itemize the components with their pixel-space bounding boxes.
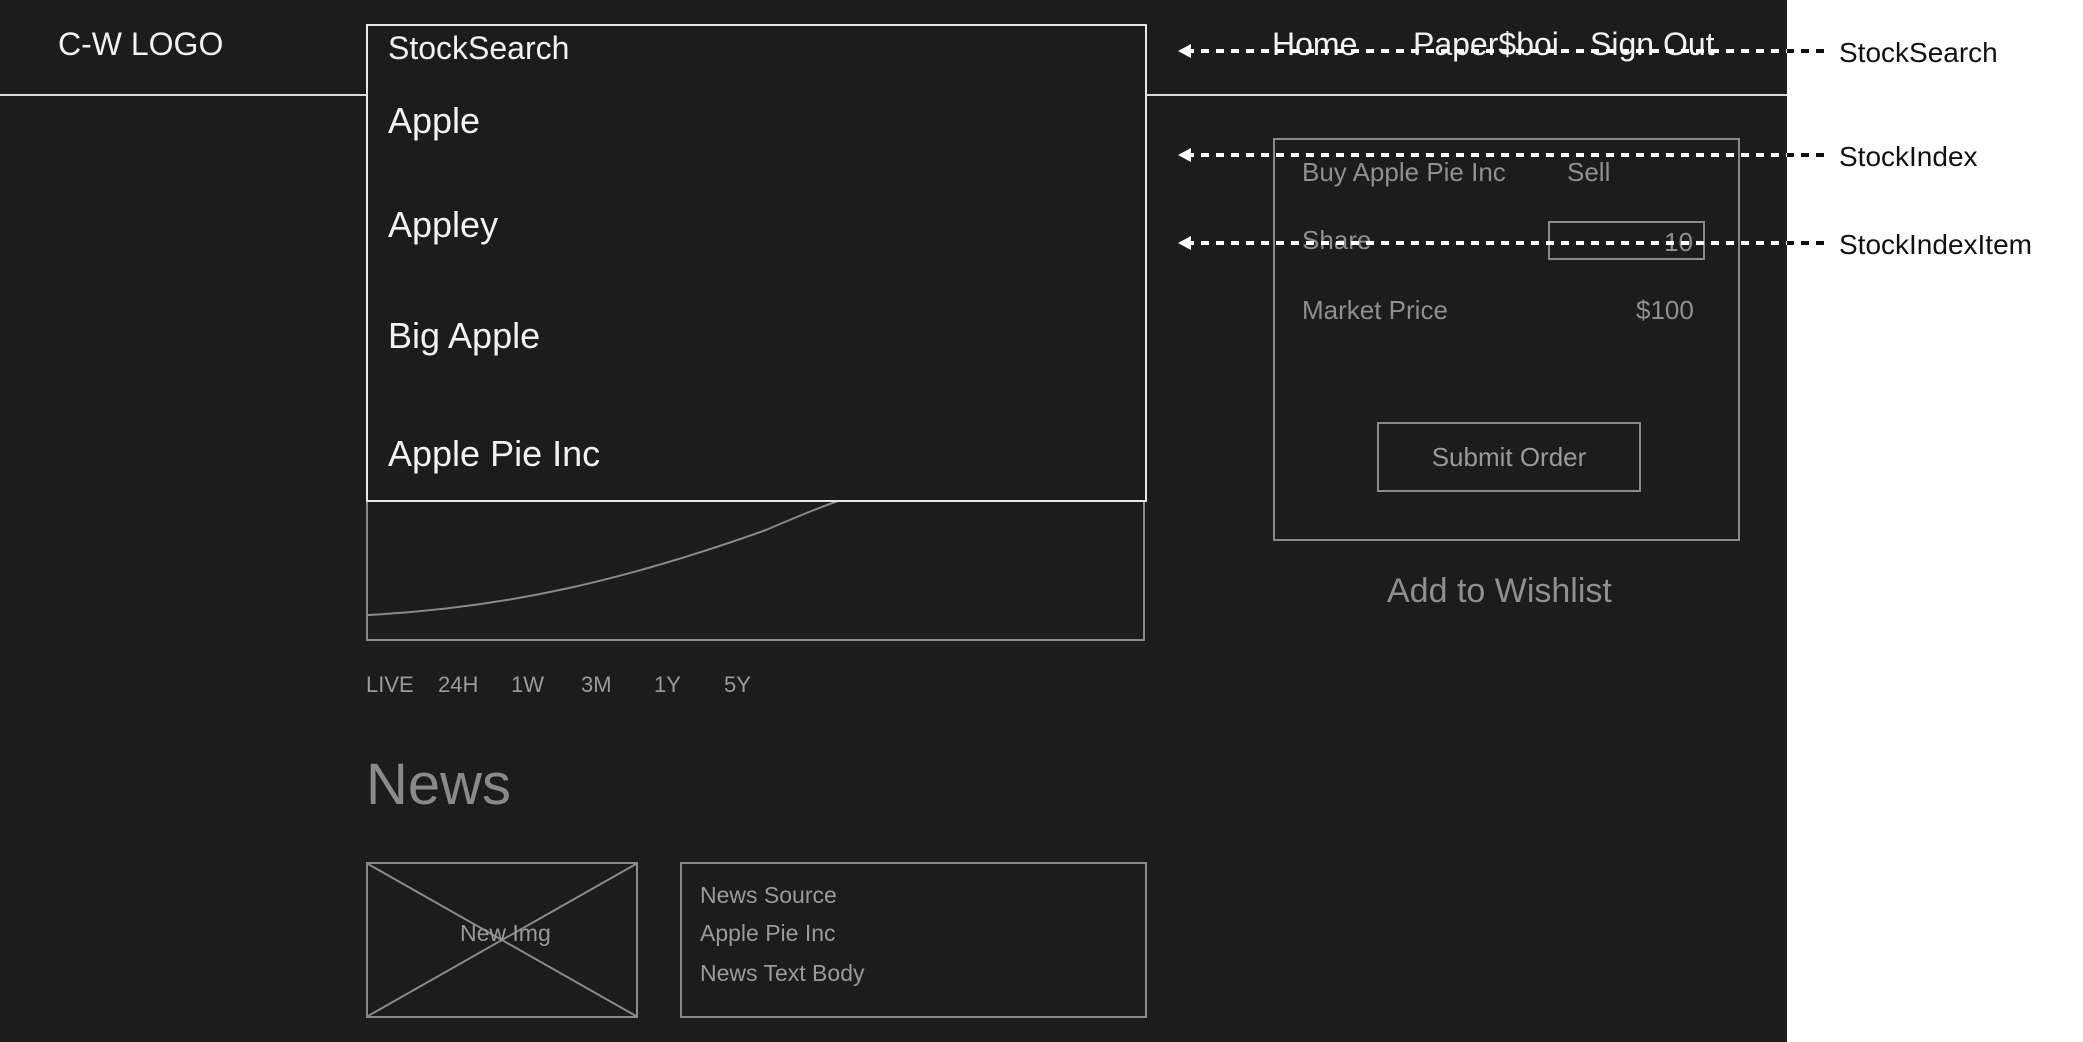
search-result-item[interactable]: Big Apple — [366, 282, 1147, 394]
search-result-label: Apple — [388, 100, 481, 141]
range-3m[interactable]: 3M — [581, 674, 612, 696]
wireframe-canvas: C-W LOGO StockSearch Apple Appley Big Ap… — [0, 0, 2083, 1042]
news-company: Apple Pie Inc — [700, 920, 836, 946]
range-24h[interactable]: 24H — [438, 674, 478, 696]
range-1w[interactable]: 1W — [511, 674, 544, 696]
share-quantity-input[interactable]: 10 — [1548, 221, 1705, 260]
add-to-wishlist-link[interactable]: Add to Wishlist — [1387, 574, 1612, 608]
news-card[interactable]: News Source Apple Pie Inc News Text Body — [680, 862, 1147, 1018]
annotation-stock-index: StockIndex — [1839, 141, 1978, 172]
range-5y[interactable]: 5Y — [724, 674, 751, 696]
annotation-stock-search: StockSearch — [1839, 37, 1998, 68]
range-live[interactable]: LIVE — [366, 674, 414, 696]
submit-order-button[interactable]: Submit Order — [1377, 422, 1641, 492]
nav-sign-out[interactable]: Sign Out — [1590, 28, 1715, 60]
stock-search-input[interactable]: StockSearch — [366, 24, 1147, 68]
market-price-value: $100 — [1636, 295, 1694, 325]
share-label: Share — [1302, 225, 1372, 255]
search-input-text: StockSearch — [388, 30, 570, 66]
search-result-label: Apple Pie Inc — [388, 433, 601, 474]
news-heading: News — [366, 752, 512, 817]
logo: C-W LOGO — [58, 26, 224, 62]
nav-home[interactable]: Home — [1272, 28, 1357, 60]
news-source: News Source — [700, 882, 837, 908]
market-price-label: Market Price — [1302, 295, 1448, 325]
search-result-item[interactable]: Appley — [366, 174, 1147, 284]
share-quantity-value: 10 — [1664, 227, 1693, 257]
annotation-stock-index-item: StockIndexItem — [1839, 229, 2032, 260]
sell-tab[interactable]: Sell — [1567, 159, 1610, 185]
search-result-item[interactable]: Apple Pie Inc — [366, 392, 1147, 502]
search-result-label: Big Apple — [388, 315, 541, 356]
news-image-label: New Img — [460, 920, 551, 946]
buy-tab[interactable]: Buy Apple Pie Inc — [1302, 159, 1506, 185]
news-body: News Text Body — [700, 960, 865, 986]
range-1y[interactable]: 1Y — [654, 674, 681, 696]
nav-portfolio[interactable]: Paper$boi — [1413, 28, 1559, 60]
search-result-item[interactable]: Apple — [366, 66, 1147, 176]
search-result-label: Appley — [388, 204, 499, 245]
